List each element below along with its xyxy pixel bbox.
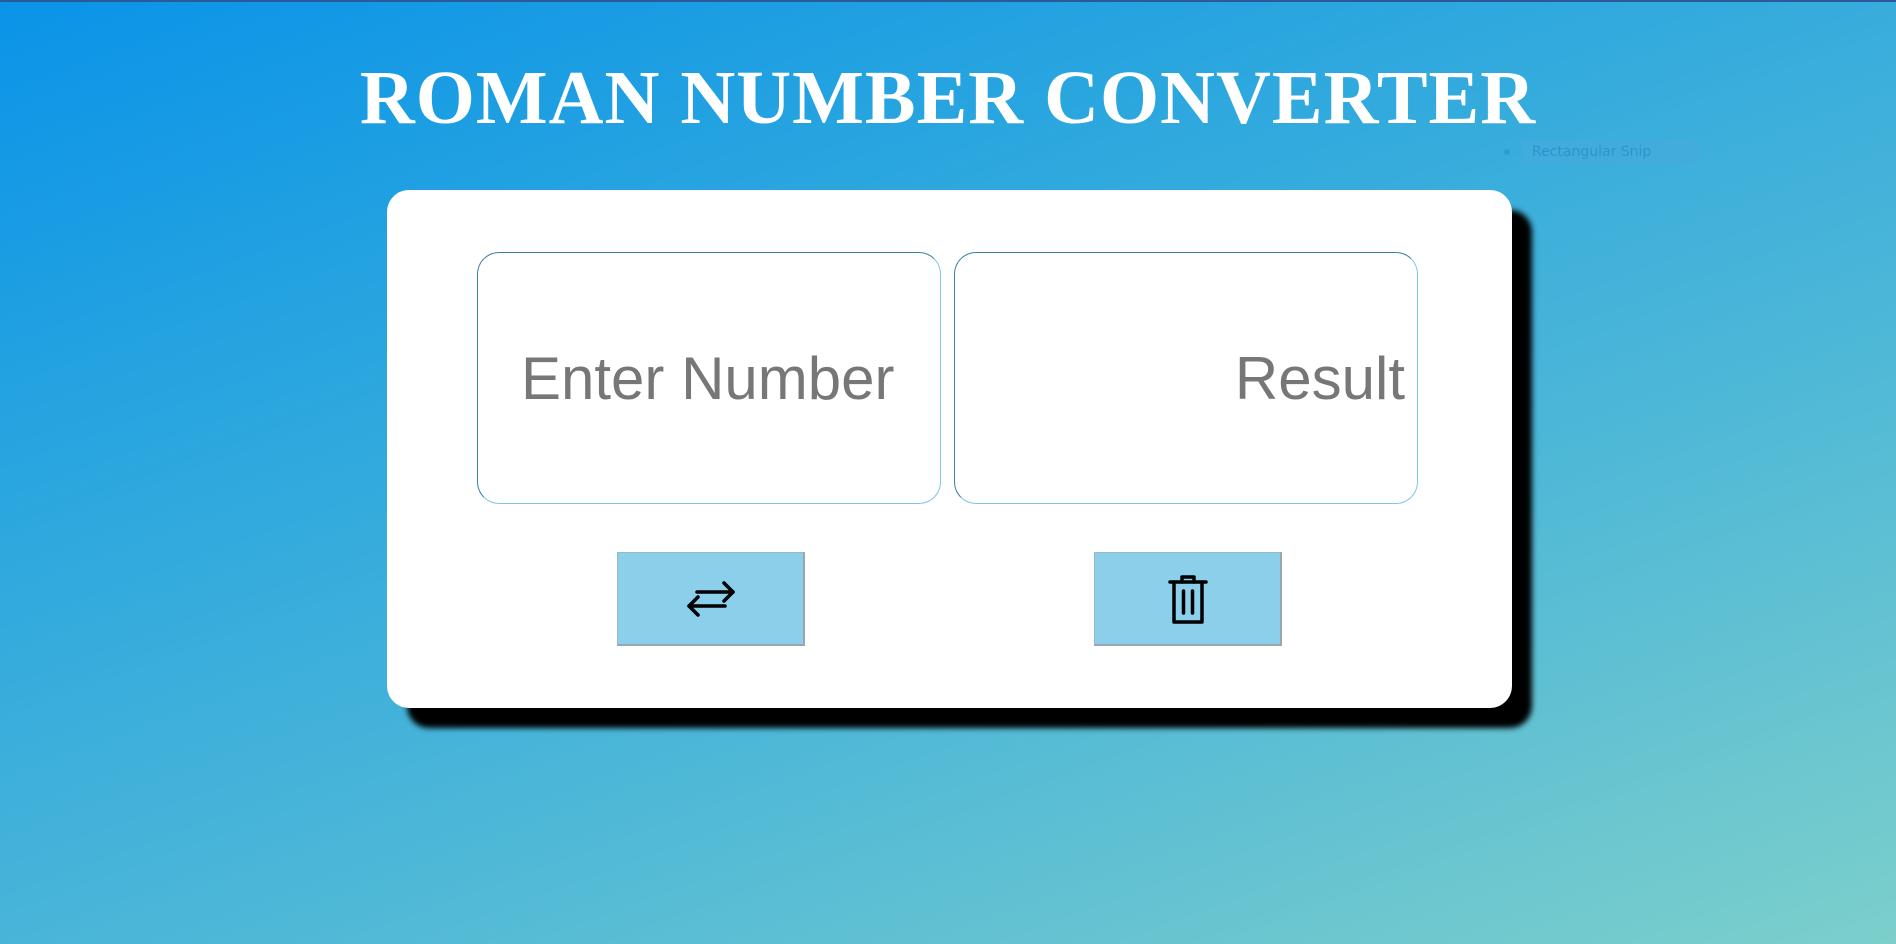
converter-card [387,190,1512,708]
window-top-border [0,0,1896,2]
swap-arrows-icon [686,580,735,617]
snip-tooltip: Rectangular Snip [1504,140,1700,164]
trash-icon [1167,574,1208,624]
convert-button[interactable] [617,552,805,646]
snip-tooltip-label: Rectangular Snip [1522,140,1700,164]
clear-button[interactable] [1094,552,1282,646]
result-output[interactable] [954,252,1418,504]
snip-bullet-icon [1504,149,1510,155]
number-input[interactable] [477,252,941,504]
page-title: ROMAN NUMBER CONVERTER [359,56,1537,140]
